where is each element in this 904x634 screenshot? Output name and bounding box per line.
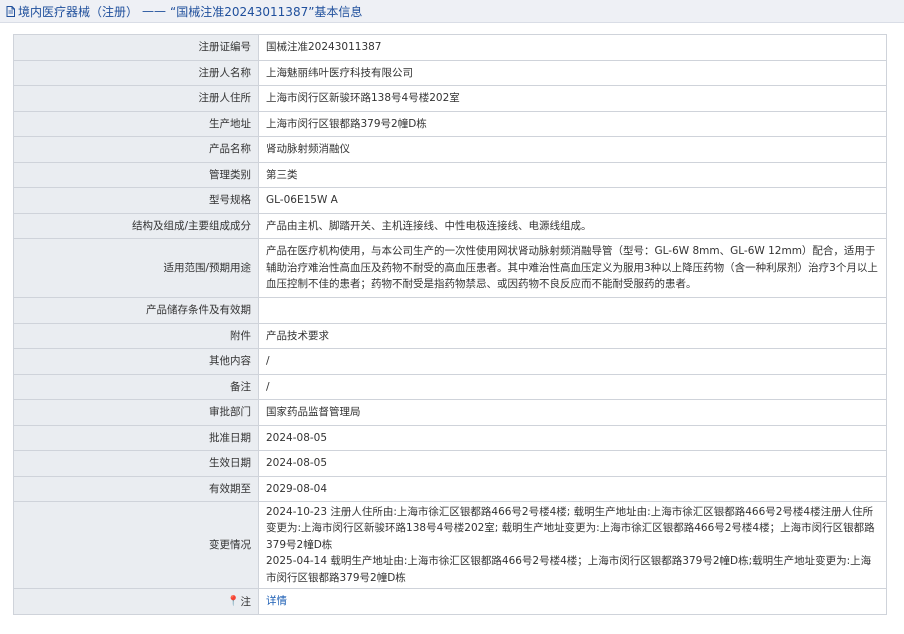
table-row: 有效期至 2029-08-04 [13, 475, 887, 502]
header-title: “国械注准20243011387”基本信息 [170, 4, 363, 19]
table-row: 型号规格 GL-06E15W A [13, 187, 887, 214]
info-table-container: 注册证编号 国械注准20243011387 注册人名称 上海魅丽纬叶医疗科技有限… [13, 34, 887, 615]
row-value: / [258, 348, 887, 375]
pin-icon: 📍 [227, 595, 240, 607]
note-label: 📍 注 [227, 594, 251, 611]
row-value: 2024-10-23 注册人住所由:上海市徐汇区银都路466号2号楼4楼; 载明… [258, 501, 887, 589]
table-row: 管理类别 第三类 [13, 161, 887, 188]
row-label: 管理类别 [13, 161, 259, 188]
row-label: 产品名称 [13, 136, 259, 163]
table-row: 批准日期 2024-08-05 [13, 424, 887, 451]
row-value: 国家药品监督管理局 [258, 399, 887, 426]
row-value: 2029-08-04 [258, 475, 887, 502]
row-value [258, 297, 887, 324]
row-value: 详情 [258, 588, 887, 615]
row-label: 适用范围/预期用途 [13, 238, 259, 298]
row-label: 附件 [13, 322, 259, 349]
table-row: 附件 产品技术要求 [13, 322, 887, 349]
table-row: 产品名称 肾动脉射频消融仪 [13, 136, 887, 163]
table-row: 审批部门 国家药品监督管理局 [13, 399, 887, 426]
table-row: 变更情况 2024-10-23 注册人住所由:上海市徐汇区银都路466号2号楼4… [13, 501, 887, 589]
row-label: 产品储存条件及有效期 [13, 297, 259, 324]
row-value: 上海市闵行区银都路379号2幢D栋 [258, 110, 887, 137]
note-label-text: 注 [240, 595, 252, 608]
row-label: 结构及组成/主要组成成分 [13, 212, 259, 239]
table-row: 生效日期 2024-08-05 [13, 450, 887, 477]
table-row: 适用范围/预期用途 产品在医疗机构使用，与本公司生产的一次性使用网状肾动脉射频消… [13, 238, 887, 298]
row-value: 肾动脉射频消融仪 [258, 136, 887, 163]
header-category: 境内医疗器械（注册） [18, 4, 139, 19]
table-row: 📍 注 详情 [13, 588, 887, 615]
row-value: 产品在医疗机构使用，与本公司生产的一次性使用网状肾动脉射频消融导管（型号：GL-… [258, 238, 887, 298]
table-row: 产品储存条件及有效期 [13, 297, 887, 324]
table-row: 注册人名称 上海魅丽纬叶医疗科技有限公司 [13, 59, 887, 86]
row-value: 产品技术要求 [258, 322, 887, 349]
row-value: 上海魅丽纬叶医疗科技有限公司 [258, 59, 887, 86]
row-value: / [258, 373, 887, 400]
row-value: GL-06E15W A [258, 187, 887, 214]
row-value: 2024-08-05 [258, 424, 887, 451]
row-value: 国械注准20243011387 [258, 34, 887, 61]
table-row: 其他内容 / [13, 348, 887, 375]
row-value: 第三类 [258, 161, 887, 188]
row-value: 产品由主机、脚踏开关、主机连接线、中性电极连接线、电源线组成。 [258, 212, 887, 239]
table-row: 注册人住所 上海市闵行区新骏环路138号4号楼202室 [13, 85, 887, 112]
row-label: 批准日期 [13, 424, 259, 451]
row-label: 注册人名称 [13, 59, 259, 86]
row-label: 其他内容 [13, 348, 259, 375]
change-entry: 2025-04-14 载明生产地址由:上海市徐汇区银都路466号2号楼4楼；上海… [266, 555, 872, 584]
info-table: 注册证编号 国械注准20243011387 注册人名称 上海魅丽纬叶医疗科技有限… [13, 34, 887, 615]
row-label: 注册证编号 [13, 34, 259, 61]
table-row: 结构及组成/主要组成成分 产品由主机、脚踏开关、主机连接线、中性电极连接线、电源… [13, 212, 887, 239]
row-label: 备注 [13, 373, 259, 400]
change-entry: 2024-10-23 注册人住所由:上海市徐汇区银都路466号2号楼4楼; 载明… [266, 505, 875, 551]
table-row: 生产地址 上海市闵行区银都路379号2幢D栋 [13, 110, 887, 137]
page-header: 境内医疗器械（注册） —— “国械注准20243011387”基本信息 [0, 0, 904, 23]
row-value: 上海市闵行区新骏环路138号4号楼202室 [258, 85, 887, 112]
row-label: 型号规格 [13, 187, 259, 214]
row-label: 变更情况 [13, 501, 259, 589]
row-label: 生效日期 [13, 450, 259, 477]
row-value: 2024-08-05 [258, 450, 887, 477]
row-label: 审批部门 [13, 399, 259, 426]
row-label: 注册人住所 [13, 85, 259, 112]
table-row: 备注 / [13, 373, 887, 400]
row-label: 有效期至 [13, 475, 259, 502]
row-label: 生产地址 [13, 110, 259, 137]
table-row: 注册证编号 国械注准20243011387 [13, 34, 887, 61]
row-label-note: 📍 注 [13, 588, 259, 615]
header-dash: —— [142, 4, 167, 18]
document-icon [6, 5, 15, 17]
details-link[interactable]: 详情 [266, 595, 287, 607]
